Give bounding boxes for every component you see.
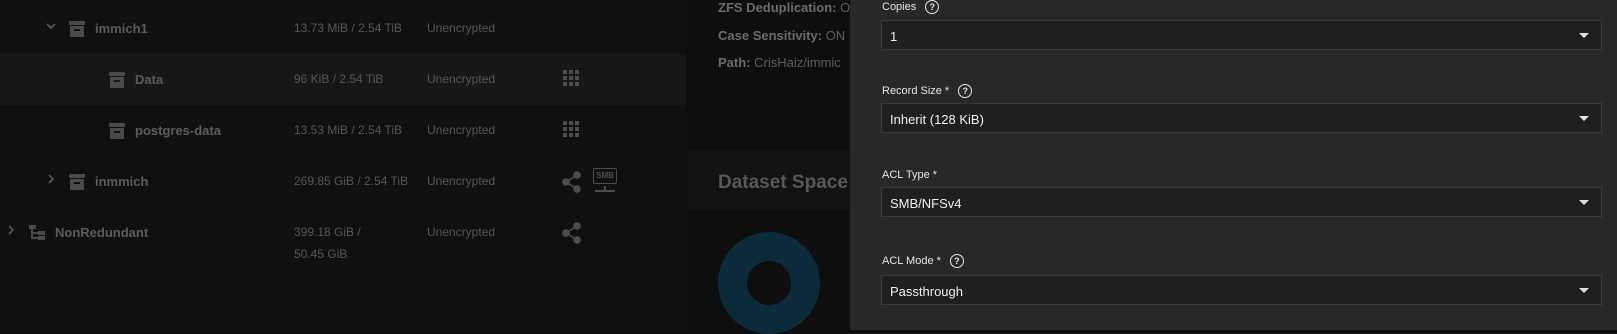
dataset-encryption: Unencrypted bbox=[427, 123, 496, 137]
pool-tree-icon bbox=[29, 225, 45, 240]
dataset-used: 269.85 GiB / 2.54 TiB bbox=[294, 174, 409, 188]
dataset-icon bbox=[109, 123, 125, 139]
acl-mode-select[interactable]: Passthrough bbox=[881, 275, 1602, 305]
smb-share-icon[interactable]: SMB bbox=[593, 168, 617, 194]
required-marker: * bbox=[944, 85, 950, 97]
dataset-used: 399.18 GiB / 50.45 GiB bbox=[294, 221, 419, 265]
acl-mode-label: ACL Mode * ? bbox=[882, 254, 964, 268]
required-marker: * bbox=[936, 255, 941, 267]
share-icon[interactable] bbox=[562, 222, 582, 244]
apps-grid-icon[interactable] bbox=[562, 69, 580, 87]
dataset-name: NonRedundant bbox=[55, 225, 149, 240]
record-size-select[interactable]: Inherit (128 KiB) bbox=[881, 103, 1602, 133]
record-size-label-text: Record Size bbox=[882, 85, 942, 97]
dataset-encryption: Unencrypted bbox=[427, 72, 496, 86]
dropdown-arrow-icon bbox=[1579, 33, 1589, 38]
path-value: CrisHaiz/immic bbox=[754, 55, 841, 70]
record-size-value: Inherit (128 KiB) bbox=[890, 112, 984, 127]
dataset-row-postgres-data[interactable]: postgres-data 13.53 MiB / 2.54 TiB Unenc… bbox=[0, 105, 686, 156]
apps-grid-icon[interactable] bbox=[562, 120, 580, 138]
chevron-right-icon[interactable] bbox=[45, 173, 57, 185]
dataset-row-inmmich[interactable]: inmmich 269.85 GiB / 2.54 TiB Unencrypte… bbox=[0, 156, 686, 207]
zfs-dedup-value: O bbox=[840, 0, 851, 15]
dataset-tree: immich1 13.73 MiB / 2.54 TiB Unencrypted… bbox=[0, 0, 686, 330]
help-icon[interactable]: ? bbox=[958, 84, 973, 98]
smb-badge: SMB bbox=[593, 168, 617, 184]
dataset-used: 13.73 MiB / 2.54 TiB bbox=[294, 21, 403, 35]
copies-value: 1 bbox=[890, 29, 898, 44]
chevron-right-icon[interactable] bbox=[5, 224, 17, 236]
dataset-row-immich1[interactable]: immich1 13.73 MiB / 2.54 TiB Unencrypted bbox=[0, 3, 686, 54]
dataset-used-line2: 50.45 GiB bbox=[294, 247, 348, 261]
acl-mode-value: Passthrough bbox=[890, 284, 963, 299]
share-icon[interactable] bbox=[562, 171, 582, 193]
dataset-icon bbox=[69, 21, 85, 37]
dataset-icon bbox=[109, 72, 125, 88]
help-icon[interactable]: ? bbox=[925, 0, 940, 14]
dropdown-arrow-icon bbox=[1579, 116, 1589, 121]
space-donut-chart bbox=[718, 232, 820, 334]
dataset-icon bbox=[69, 174, 85, 190]
case-sensitivity-info: Case Sensitivity: ON bbox=[718, 28, 845, 43]
copies-select[interactable]: 1 bbox=[881, 20, 1602, 50]
dataset-used-line1: 399.18 GiB / bbox=[294, 225, 361, 239]
path-label: Path: bbox=[718, 55, 751, 70]
edit-dataset-panel: Copies ? 1 Record Size * ? Inherit (128 … bbox=[850, 0, 1617, 330]
dataset-details: ZFS Deduplication: O Case Sensitivity: O… bbox=[686, 0, 850, 334]
record-size-label: Record Size * ? bbox=[882, 84, 973, 98]
chevron-down-icon[interactable] bbox=[45, 20, 57, 32]
acl-type-label: ACL Type * bbox=[882, 169, 937, 181]
acl-type-value: SMB/NFSv4 bbox=[890, 196, 962, 211]
dataset-name: Data bbox=[135, 72, 164, 87]
dataset-row-data[interactable]: Data 96 KiB / 2.54 TiB Unencrypted bbox=[0, 54, 686, 105]
required-marker: * bbox=[932, 169, 937, 181]
zfs-dedup-info: ZFS Deduplication: O bbox=[718, 0, 850, 15]
help-icon[interactable]: ? bbox=[949, 254, 964, 268]
dataset-row-nonredundant[interactable]: NonRedundant 399.18 GiB / 50.45 GiB Unen… bbox=[0, 207, 686, 261]
acl-mode-label-text: ACL Mode bbox=[882, 255, 934, 267]
acl-type-label-text: ACL Type bbox=[882, 169, 930, 181]
dropdown-arrow-icon bbox=[1579, 288, 1589, 293]
dataset-encryption: Unencrypted bbox=[427, 174, 496, 188]
copies-label: Copies ? bbox=[882, 0, 940, 14]
dataset-used: 13.53 MiB / 2.54 TiB bbox=[294, 123, 403, 137]
dataset-space-title: Dataset Space bbox=[718, 172, 848, 193]
dataset-name: immich1 bbox=[95, 21, 148, 36]
dataset-name: inmmich bbox=[95, 174, 149, 189]
dataset-used: 96 KiB / 2.54 TiB bbox=[294, 72, 384, 86]
copies-label-text: Copies bbox=[882, 1, 917, 13]
zfs-dedup-label: ZFS Deduplication: bbox=[718, 0, 837, 15]
dataset-encryption: Unencrypted bbox=[427, 225, 496, 239]
dataset-encryption: Unencrypted bbox=[427, 21, 496, 35]
case-sensitivity-label: Case Sensitivity: bbox=[718, 28, 823, 43]
dataset-name: postgres-data bbox=[135, 123, 221, 138]
case-sensitivity-value: ON bbox=[825, 28, 846, 43]
path-info: Path: CrisHaiz/immic bbox=[718, 55, 841, 70]
acl-type-select[interactable]: SMB/NFSv4 bbox=[881, 187, 1602, 217]
dropdown-arrow-icon bbox=[1579, 200, 1589, 205]
